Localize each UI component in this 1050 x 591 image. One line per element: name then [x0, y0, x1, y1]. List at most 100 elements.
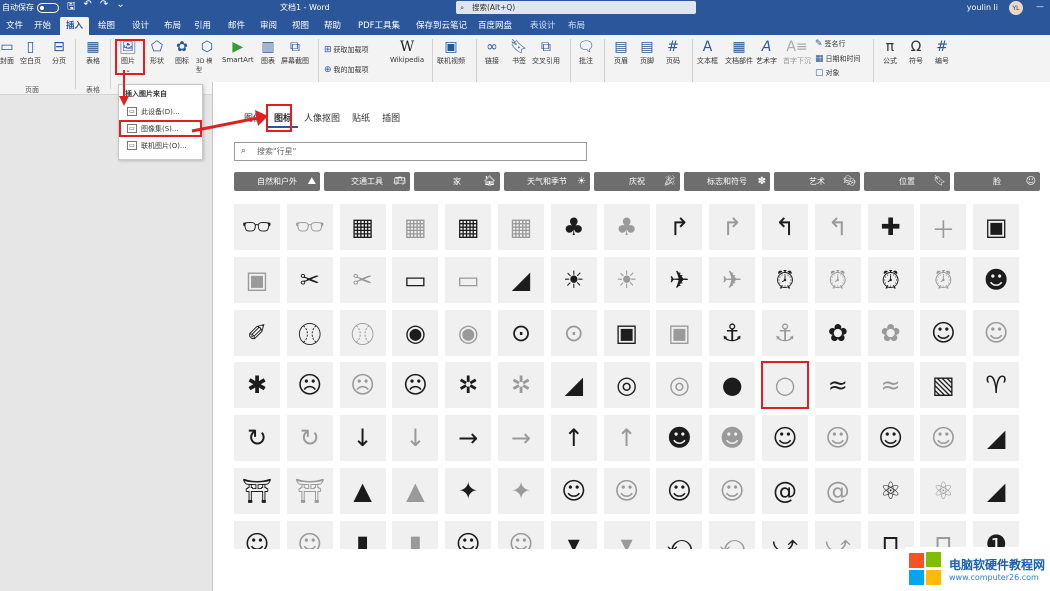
arrow-right-outline-icon[interactable]: → — [498, 415, 544, 462]
arrow-back-turn-outline-icon[interactable]: ↰ — [814, 204, 861, 250]
online-video-button[interactable]: ▣ 联机视频 — [437, 38, 465, 66]
autosave[interactable]: 自动保存 — [2, 2, 59, 13]
plus-outline-icon[interactable]: ＋ — [920, 204, 967, 250]
australia-icon[interactable]: ◢ — [973, 468, 1020, 514]
tab-0[interactable]: 文件 — [0, 17, 29, 35]
asia-icon[interactable]: ◢ — [973, 415, 1020, 462]
icons-button[interactable]: ✿ 图标 — [173, 38, 191, 66]
symbol-button[interactable]: Ω 符号 — [907, 38, 925, 66]
address-book-icon[interactable]: ▣ — [973, 204, 1020, 250]
billboard-icon[interactable]: ▭ — [392, 256, 439, 303]
category-6[interactable]: 艺术 🎭︎ — [774, 172, 860, 191]
antarctica-icon[interactable]: ◢ — [550, 362, 597, 409]
tab-9[interactable]: 视图 — [286, 17, 315, 35]
forward-arrow-outline-icon[interactable]: ⤻ — [814, 520, 861, 549]
category-8[interactable]: 脸 ☺ — [954, 172, 1040, 191]
back-arrow-icon[interactable]: ⤺ — [656, 520, 703, 549]
alarm-ringing-outline-icon[interactable]: ⏰︎ — [920, 256, 967, 303]
acorn-outline-icon[interactable]: ♣ — [603, 204, 650, 250]
signature-button[interactable]: ✎ 签名行 — [815, 39, 846, 49]
dropdown-item-stock-images[interactable]: ▭ 图像集(S)... — [119, 120, 202, 137]
redo-icon[interactable]: ↷ — [100, 0, 108, 16]
autosave-toggle[interactable] — [37, 2, 59, 13]
chart-button[interactable]: ▥ 图表 — [259, 38, 277, 66]
object-button[interactable]: ▢ 对象 — [815, 68, 840, 78]
ambulance-icon[interactable]: ▣ — [603, 309, 650, 356]
page-break-button[interactable]: ⊟ 分页 — [50, 38, 68, 66]
tab-5[interactable]: 布局 — [158, 17, 187, 35]
numbering-button[interactable]: # 编号 — [933, 38, 951, 66]
farm-icon[interactable]: ☀ — [550, 256, 597, 303]
refresh-icon[interactable]: ↻ — [234, 415, 280, 462]
category-7[interactable]: 位置 🔖︎ — [864, 172, 950, 191]
tab-4[interactable]: 设计 — [126, 17, 155, 35]
plus-icon[interactable]: ✚ — [867, 204, 914, 250]
climber-outline-icon[interactable]: ▲ — [392, 468, 439, 514]
tab-2[interactable]: 插入 — [60, 17, 90, 35]
bookmark-button[interactable]: 🔖︎ 书签 — [510, 38, 528, 66]
anchor-icon[interactable]: ⚓︎ — [709, 309, 756, 356]
aperture-outline-icon[interactable]: ◎ — [656, 362, 703, 409]
baby-onesie-outline-icon[interactable]: ▾ — [603, 520, 650, 549]
get-addins-button[interactable]: ⊞ 获取加载项 — [324, 45, 369, 55]
category-0[interactable]: 自然和户外 ⛰ — [234, 172, 320, 191]
ant-icon[interactable]: ✲ — [445, 362, 492, 409]
astronaut-2-outline-icon[interactable]: ☺ — [709, 468, 756, 514]
arrow-up-icon[interactable]: ↑ — [550, 415, 597, 462]
tab-8[interactable]: 审阅 — [254, 17, 283, 35]
crawling-baby-icon[interactable]: ☺ — [445, 520, 492, 549]
baby-bottle-outline-icon[interactable]: ▮ — [392, 520, 439, 549]
dropdown-item-this-device[interactable]: ▭ 此设备(D)... — [119, 103, 202, 120]
at-sign-icon[interactable]: @ — [762, 468, 808, 514]
undo-icon[interactable]: ↶ — [84, 0, 92, 16]
user-name[interactable]: youlin li — [967, 3, 998, 12]
minimize-icon[interactable]: — — [1036, 2, 1044, 11]
torii-outline-icon[interactable]: ⛩︎ — [286, 468, 333, 514]
3d-glasses-icon[interactable]: 👓︎ — [234, 204, 280, 250]
wordart-button[interactable]: A 艺术字 — [756, 38, 777, 66]
smartart-button[interactable]: ▶ SmartArt — [222, 38, 254, 64]
billboard-outline-icon[interactable]: ▭ — [445, 256, 492, 303]
water-waves-icon[interactable]: ≈ — [814, 362, 861, 409]
footer-button[interactable]: ▤ 页脚 — [638, 38, 656, 66]
angry-face-2-icon[interactable]: ☹ — [392, 362, 439, 409]
bandage-outline-icon[interactable]: ✂ — [339, 256, 386, 303]
knitting-icon[interactable]: ✐ — [234, 309, 280, 356]
save-icon[interactable]: 🖫 — [67, 0, 76, 16]
alarm-ringing-icon[interactable]: ⏰︎ — [867, 256, 914, 303]
comment-button[interactable]: 🗨︎ 批注 — [577, 38, 595, 66]
tab-7[interactable]: 邮件 — [222, 17, 251, 35]
shapes-button[interactable]: ⬠ 形状 — [148, 38, 166, 66]
climber-icon[interactable]: ▲ — [339, 468, 386, 514]
refresh-outline-icon[interactable]: ↻ — [286, 415, 333, 462]
avatar[interactable]: YL — [1009, 1, 1023, 15]
alarm-clock-icon[interactable]: ⏰︎ — [762, 256, 808, 303]
baby-bottle-icon[interactable]: ▮ — [339, 520, 386, 549]
customize-icon[interactable]: ⌄ — [116, 0, 124, 16]
equation-button[interactable]: π 公式 — [881, 38, 899, 66]
tab-12[interactable]: 保存到云笔记 — [410, 17, 473, 35]
astronaut-outline-icon[interactable]: ☺ — [603, 468, 650, 514]
astronaut-icon[interactable]: ☺ — [550, 468, 597, 514]
tab-15[interactable]: 布局 — [562, 17, 591, 35]
table-button[interactable]: ▦ 表格 — [84, 38, 102, 66]
chart-board-icon[interactable]: ▧ — [920, 362, 967, 409]
blank-page-button[interactable]: ▯ 空白页 — [20, 38, 41, 66]
africa-icon[interactable]: ◢ — [498, 256, 544, 303]
tab-11[interactable]: PDF工具集 — [352, 17, 406, 35]
alien-icon[interactable]: ☻ — [973, 256, 1020, 303]
farm-outline-icon[interactable]: ☀ — [603, 256, 650, 303]
back-arrow-outline-icon[interactable]: ⤺ — [709, 520, 756, 549]
arrow-back-turn-icon[interactable]: ↰ — [762, 204, 808, 250]
category-2[interactable]: 家 🏠︎ — [414, 172, 500, 191]
anemone-icon[interactable]: ✿ — [814, 309, 861, 356]
category-4[interactable]: 庆祝 🎉︎ — [594, 172, 680, 191]
dialog-tab-3[interactable]: 贴纸 — [346, 110, 376, 128]
bag-outline-icon[interactable]: ⊓ — [920, 520, 967, 549]
anchor-outline-icon[interactable]: ⚓︎ — [762, 309, 808, 356]
athlete-icon[interactable]: ✦ — [445, 468, 492, 514]
atom-outline-icon[interactable]: ⚛︎ — [920, 468, 967, 514]
alarm-clock-outline-icon[interactable]: ⏰︎ — [814, 256, 861, 303]
address-book-outline-icon[interactable]: ▣ — [234, 256, 280, 303]
baby-outline-icon[interactable]: ☺ — [286, 520, 333, 549]
